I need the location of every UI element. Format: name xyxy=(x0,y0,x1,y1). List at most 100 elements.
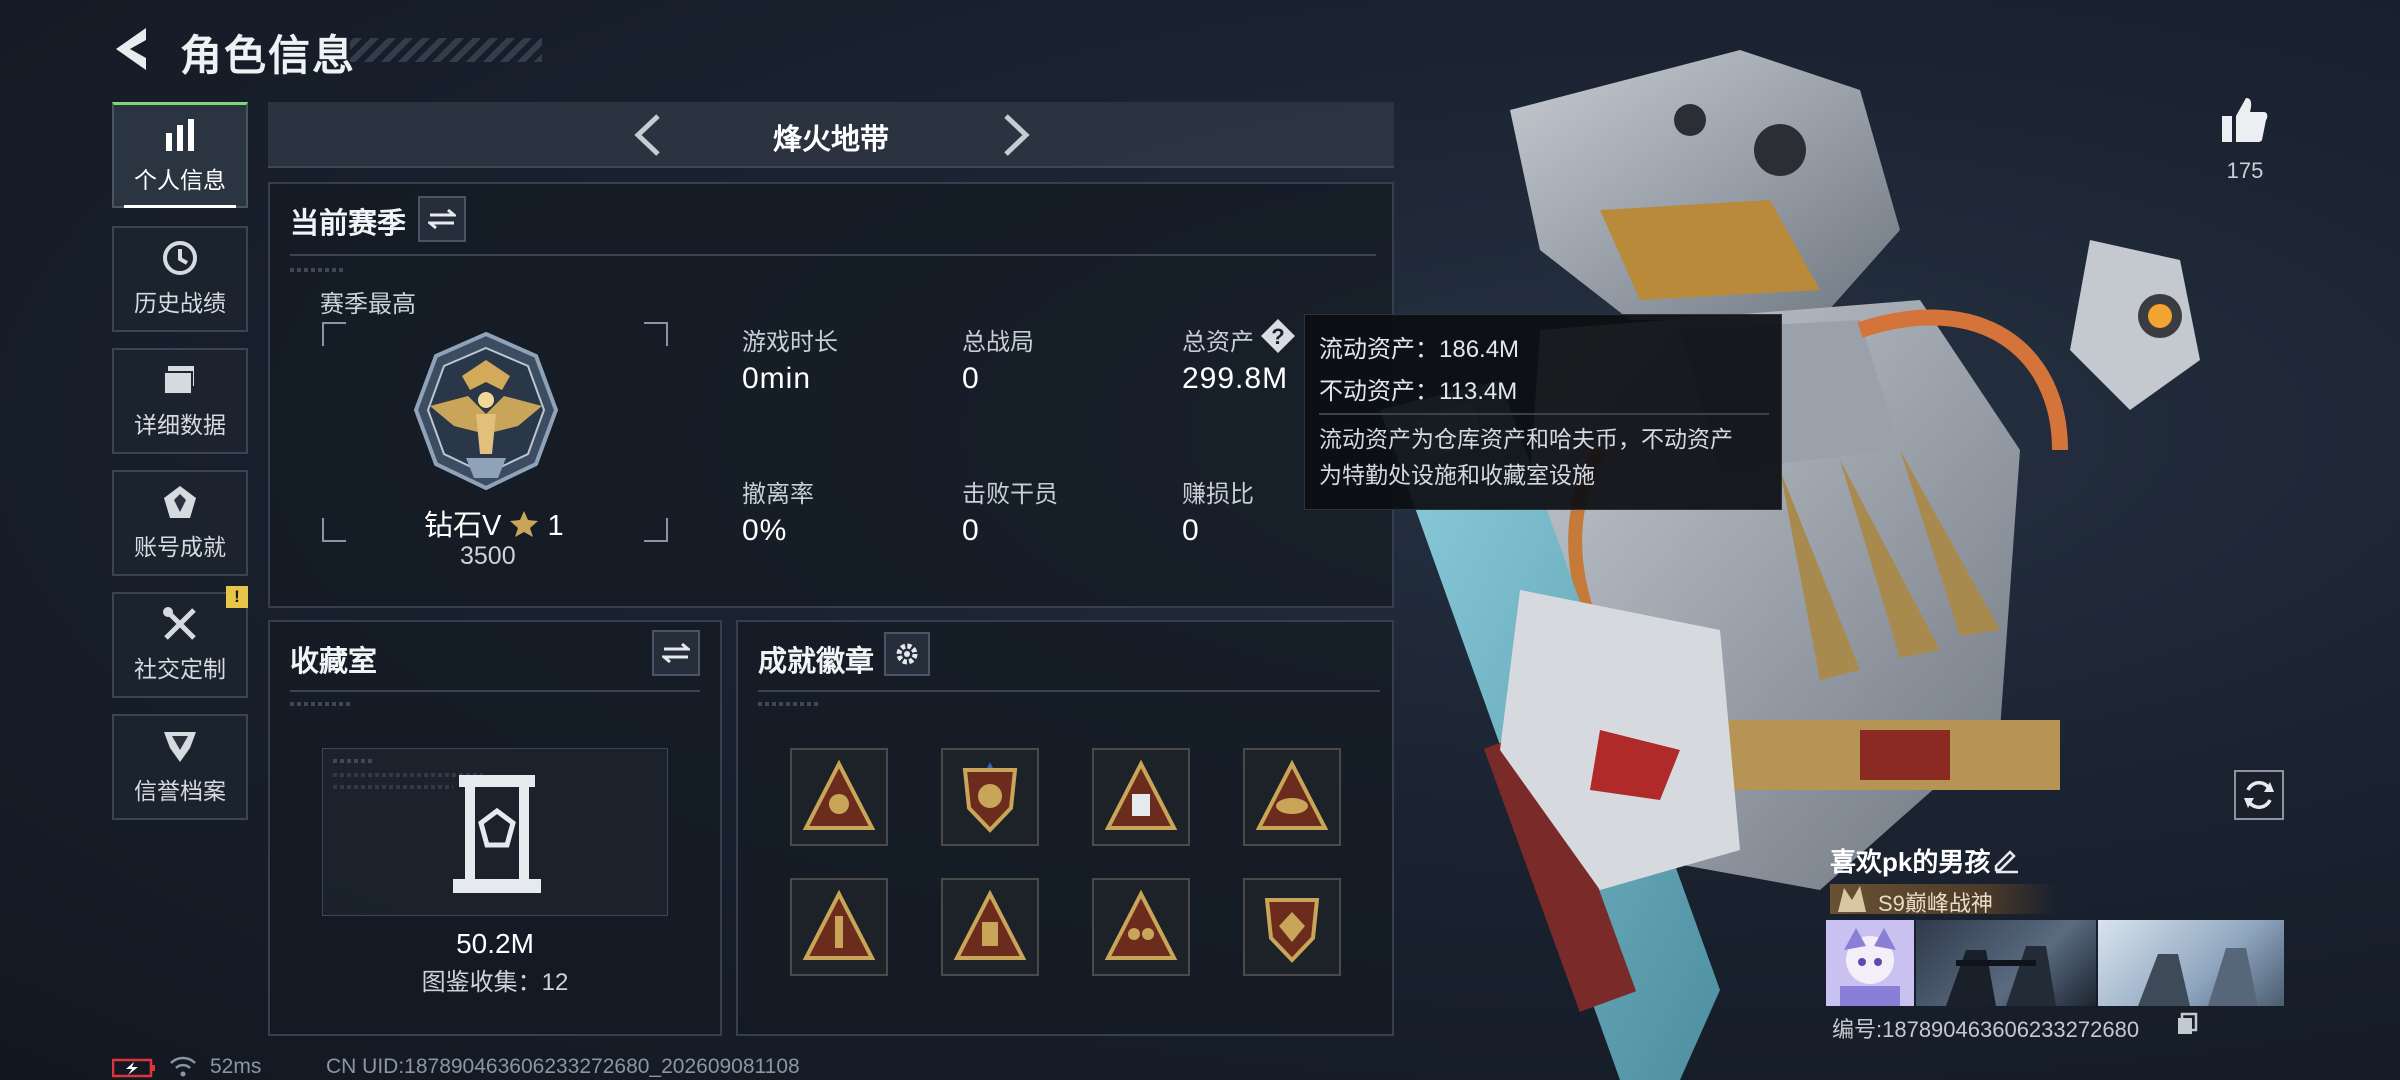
asset-tooltip: 流动资产：186.4M 不动资产：113.4M 流动资产为仓库资产和哈夫币，不动… xyxy=(1304,314,1782,510)
triangle-badge-icon xyxy=(802,760,876,830)
mode-title: 烽火地带 xyxy=(772,124,889,156)
triangle-badge-icon xyxy=(1104,890,1178,960)
sidebar-item-label: 个人信息 xyxy=(134,166,226,193)
swap-icon xyxy=(662,642,690,664)
tooltip-liquid-assets: 流动资产：186.4M xyxy=(1319,336,1520,363)
achievement-badge[interactable] xyxy=(1092,878,1190,976)
decorative-text xyxy=(290,702,350,706)
frame-corner xyxy=(322,322,346,346)
achievement-badge[interactable] xyxy=(941,748,1039,846)
collection-value: 50.2M xyxy=(456,928,534,959)
stat-label: 赚损比 xyxy=(1182,481,1254,508)
banner-image-1[interactable] xyxy=(1916,920,2096,1006)
decorative-text xyxy=(758,702,818,706)
sidebar-item-label: 信誉档案 xyxy=(134,778,226,804)
copy-icon[interactable] xyxy=(2176,1012,2198,1036)
tooltip-fixed-assets: 不动资产：113.4M xyxy=(1319,378,1518,405)
battery-icon xyxy=(112,1058,155,1078)
season-title: 当前赛季 xyxy=(290,208,407,240)
collection-divider xyxy=(290,690,700,692)
sidebar-item-personal-info[interactable]: 个人信息 xyxy=(112,102,248,208)
frame-corner xyxy=(322,518,346,542)
svg-text:?: ? xyxy=(1271,324,1284,349)
tooltip-divider xyxy=(1319,413,1769,415)
stat-value: 0 xyxy=(962,514,980,547)
wifi-icon xyxy=(170,1056,196,1077)
star-icon xyxy=(510,511,539,537)
rank-stars: 1 xyxy=(547,510,564,542)
sidebar-item-label: 历史战绩 xyxy=(134,290,226,316)
decorative-text xyxy=(333,759,373,763)
ping-text: 52ms xyxy=(210,1055,262,1078)
tooltip-desc-2: 为特勤处设施和收藏室设施 xyxy=(1319,462,1595,488)
player-name: 喜欢pk的男孩 xyxy=(1830,847,1991,877)
thumbs-up-icon[interactable] xyxy=(2218,94,2270,146)
stat-label: 总战局 xyxy=(962,329,1034,356)
page-title: 角色信息 xyxy=(180,32,357,79)
achievements-settings-button[interactable] xyxy=(884,632,930,676)
season-divider xyxy=(290,254,1376,256)
tools-icon xyxy=(163,607,196,640)
rank-name: 钻石V 1 xyxy=(424,502,564,544)
sidebar-item-history[interactable]: 历史战绩 xyxy=(112,226,248,332)
swap-icon xyxy=(428,208,456,230)
collection-count: 图鉴收集：12 xyxy=(421,969,569,996)
stat-label: 击败干员 xyxy=(962,481,1058,508)
title-decoration xyxy=(350,38,542,62)
rank-tag-emblem-icon xyxy=(1838,886,1866,912)
achievement-badge[interactable] xyxy=(790,878,888,976)
stat-value: 0 xyxy=(962,362,980,395)
achievement-icon xyxy=(164,486,196,518)
shield-icon xyxy=(164,732,196,762)
stat-label: 总资产 xyxy=(1182,329,1254,356)
decorative-text xyxy=(290,268,346,272)
avatar[interactable] xyxy=(1826,920,1914,1006)
rank-title: 钻石V xyxy=(424,510,502,542)
soldiers-banner-icon xyxy=(1946,946,2056,1006)
rank-score: 3500 xyxy=(460,542,516,570)
frame-corner xyxy=(644,322,668,346)
achievement-badge[interactable] xyxy=(790,748,888,846)
diamond-rank-emblem-icon xyxy=(413,331,559,491)
collection-switch-button[interactable] xyxy=(652,630,700,676)
shield-badge-icon xyxy=(962,762,1018,833)
achievement-badge[interactable] xyxy=(941,878,1039,976)
achievement-badge[interactable] xyxy=(1092,748,1190,846)
season-switch-button[interactable] xyxy=(418,196,466,242)
avatar-anime-icon xyxy=(1826,920,1914,1006)
triangle-badge-icon xyxy=(953,890,1027,960)
sidebar-item-detailed-data[interactable]: 详细数据 xyxy=(112,348,248,454)
achievements-divider xyxy=(758,690,1380,692)
collection-display[interactable] xyxy=(322,748,668,916)
stat-value: 0% xyxy=(742,514,788,547)
help-icon[interactable]: ? xyxy=(1260,318,1296,354)
rotate-view-button[interactable] xyxy=(2234,770,2284,820)
edit-pencil-icon[interactable] xyxy=(1992,846,2020,874)
mode-selector: 烽火地带 xyxy=(268,102,1394,168)
sidebar-item-reputation[interactable]: 信誉档案 xyxy=(112,714,248,820)
like-count: 175 xyxy=(2226,158,2264,183)
back-arrow-icon[interactable] xyxy=(110,24,154,74)
bar-chart-icon xyxy=(166,118,194,151)
sidebar-item-label: 账号成就 xyxy=(134,534,226,560)
folder-icon xyxy=(163,366,194,395)
tooltip-desc-1: 流动资产为仓库资产和哈夫币，不动资产 xyxy=(1319,426,1733,452)
achievements-title: 成就徽章 xyxy=(758,646,875,678)
triangle-badge-icon xyxy=(1104,760,1178,830)
alert-badge: ! xyxy=(226,586,248,608)
sidebar-item-achievements[interactable]: 账号成就 xyxy=(112,470,248,576)
banner-image-2[interactable] xyxy=(2098,920,2284,1006)
stat-value: 299.8M xyxy=(1182,362,1289,395)
refresh-icon xyxy=(2244,781,2274,809)
player-id: 编号:187890463606233272680 xyxy=(1832,1017,2140,1042)
collection-title: 收藏室 xyxy=(290,646,378,678)
chevron-right-icon[interactable] xyxy=(996,112,1036,158)
stat-label: 撤离率 xyxy=(742,481,814,508)
sidebar-item-label: 详细数据 xyxy=(134,412,226,438)
rank-tag-text: S9巅峰战神 xyxy=(1878,891,1993,916)
decorative-text xyxy=(333,785,453,789)
operators-banner-icon xyxy=(2138,948,2258,1006)
vault-icon xyxy=(453,775,541,893)
season-best-label: 赛季最高 xyxy=(320,291,416,318)
uid-text: CN UID:187890463606233272680_20260908110… xyxy=(326,1055,800,1078)
